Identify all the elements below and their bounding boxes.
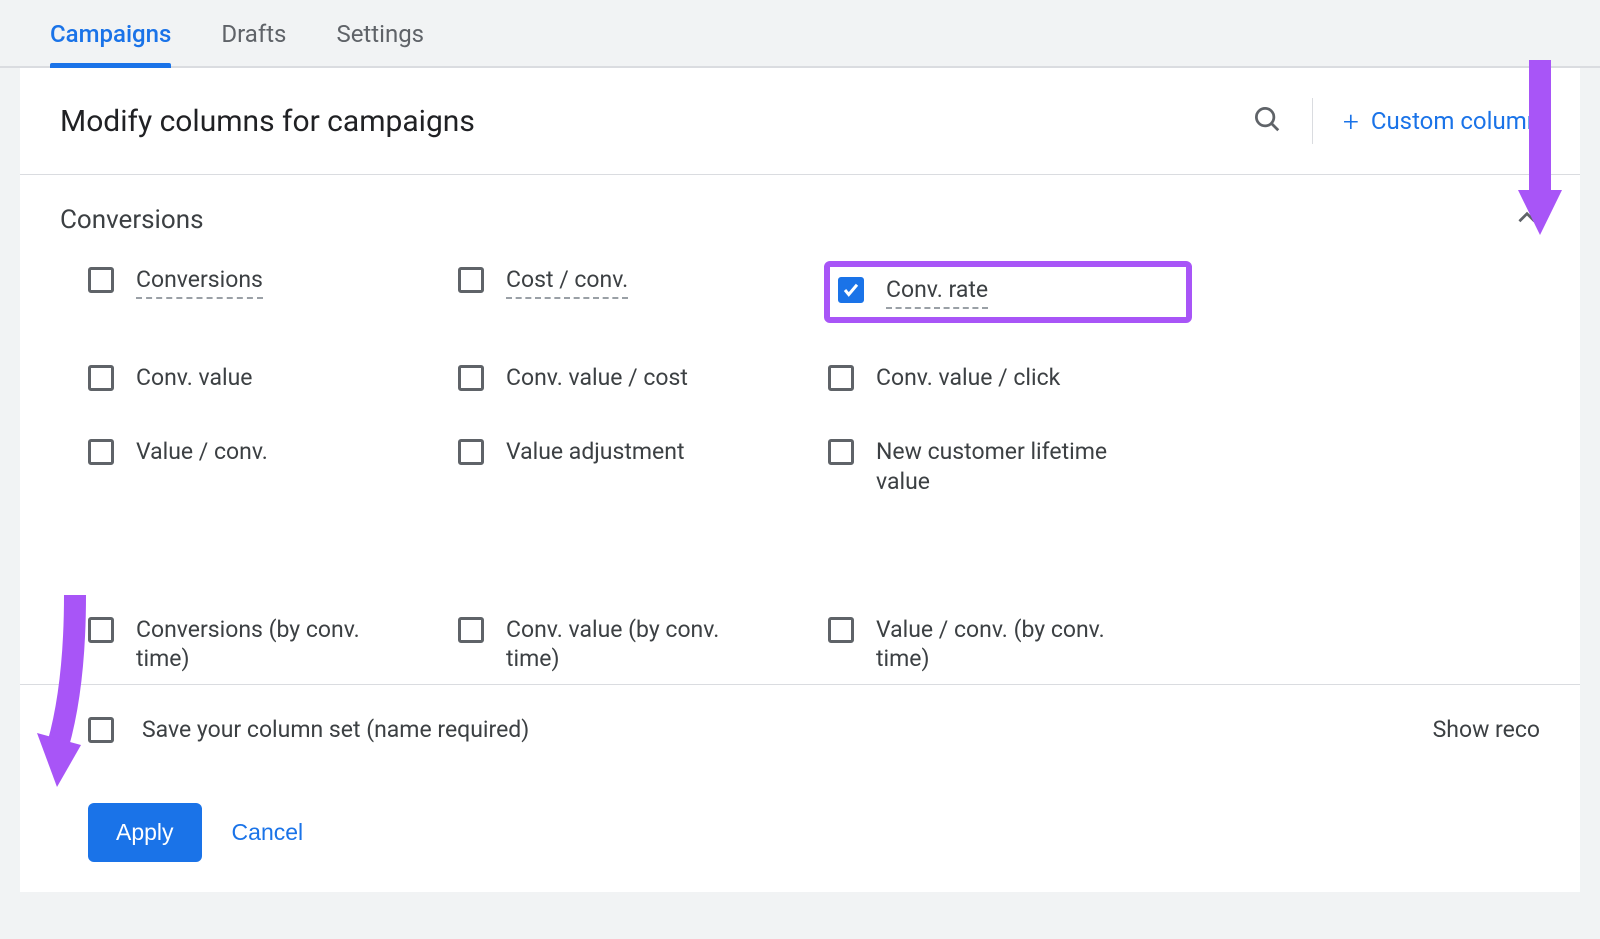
panel-header: Modify columns for campaigns + Custom co… <box>20 68 1580 175</box>
column-option[interactable]: Cost / conv. <box>458 265 818 319</box>
column-option-label: Cost / conv. <box>506 265 628 299</box>
button-row: Apply Cancel <box>88 803 1540 862</box>
column-option-label: Value adjustment <box>506 437 684 467</box>
section-header-conversions[interactable]: Conversions <box>20 175 1580 255</box>
column-option-label: Conv. rate <box>886 275 988 309</box>
modify-columns-panel: Modify columns for campaigns + Custom co… <box>20 68 1580 892</box>
save-column-set-checkbox[interactable] <box>88 717 114 743</box>
custom-column-label: Custom column <box>1371 107 1540 135</box>
checkbox-icon[interactable] <box>458 617 484 643</box>
section-title: Conversions <box>60 205 203 235</box>
tab-drafts[interactable]: Drafts <box>221 20 286 66</box>
chevron-up-icon <box>1514 205 1540 235</box>
column-option[interactable]: Conv. value <box>88 363 448 393</box>
grid-gap <box>88 541 1188 571</box>
checkbox-icon[interactable] <box>828 365 854 391</box>
column-option[interactable]: New customer lifetime value <box>828 437 1188 497</box>
column-option[interactable]: Conv. value / click <box>828 363 1188 393</box>
save-row: Save your column set (name required) Sho… <box>88 715 1540 743</box>
column-option-label: Conv. value / click <box>876 363 1060 393</box>
checkbox-icon[interactable] <box>458 267 484 293</box>
checkbox-icon[interactable] <box>828 439 854 465</box>
plus-icon: + <box>1343 105 1359 138</box>
tab-campaigns[interactable]: Campaigns <box>50 20 171 66</box>
column-option[interactable]: Conv. value (by conv. time) <box>458 615 818 675</box>
column-option-label: Conv. value (by conv. time) <box>506 615 756 675</box>
cancel-button[interactable]: Cancel <box>232 819 304 846</box>
column-option[interactable]: Conv. rate <box>828 265 1188 319</box>
checkbox-icon[interactable] <box>88 617 114 643</box>
column-option-label: Conversions (by conv. time) <box>136 615 386 675</box>
column-option[interactable]: Value / conv. (by conv. time) <box>828 615 1188 675</box>
column-option-label: Conversions <box>136 265 263 299</box>
column-option[interactable]: Conversions (by conv. time) <box>88 615 448 675</box>
header-actions: + Custom column <box>1252 98 1540 144</box>
column-option-label: Value / conv. (by conv. time) <box>876 615 1126 675</box>
columns-scroll-area: Conversions Cost / conv. Conv. rate Conv. v… <box>20 255 1580 674</box>
show-recommended-link[interactable]: Show reco <box>1433 716 1540 743</box>
top-tabs: Campaigns Drafts Settings <box>0 0 1600 68</box>
panel-title: Modify columns for campaigns <box>60 104 1252 139</box>
tab-settings[interactable]: Settings <box>336 20 424 66</box>
custom-column-button[interactable]: + Custom column <box>1343 105 1540 138</box>
save-left: Save your column set (name required) <box>88 715 529 743</box>
checkbox-icon[interactable] <box>458 365 484 391</box>
column-option[interactable]: Conv. value / cost <box>458 363 818 393</box>
search-icon[interactable] <box>1252 104 1282 138</box>
footer-area: Save your column set (name required) Sho… <box>20 684 1580 892</box>
apply-button[interactable]: Apply <box>88 803 202 862</box>
checkbox-icon[interactable] <box>88 439 114 465</box>
checkbox-icon[interactable] <box>88 267 114 293</box>
checkbox-grid: Conversions Cost / conv. Conv. rate Conv. v… <box>20 255 1580 674</box>
column-option[interactable]: Conversions <box>88 265 448 319</box>
column-option[interactable]: Value / conv. <box>88 437 448 497</box>
column-option-label: Conv. value <box>136 363 252 393</box>
checkbox-checked-icon[interactable] <box>838 277 864 303</box>
column-option-label: Conv. value / cost <box>506 363 688 393</box>
checkbox-icon[interactable] <box>828 617 854 643</box>
column-option[interactable]: Value adjustment <box>458 437 818 497</box>
checkbox-icon[interactable] <box>458 439 484 465</box>
divider <box>1312 98 1313 144</box>
save-column-set-label: Save your column set (name required) <box>142 716 529 743</box>
column-option-label: Value / conv. <box>136 437 268 467</box>
column-option-label: New customer lifetime value <box>876 437 1126 497</box>
checkbox-icon[interactable] <box>88 365 114 391</box>
